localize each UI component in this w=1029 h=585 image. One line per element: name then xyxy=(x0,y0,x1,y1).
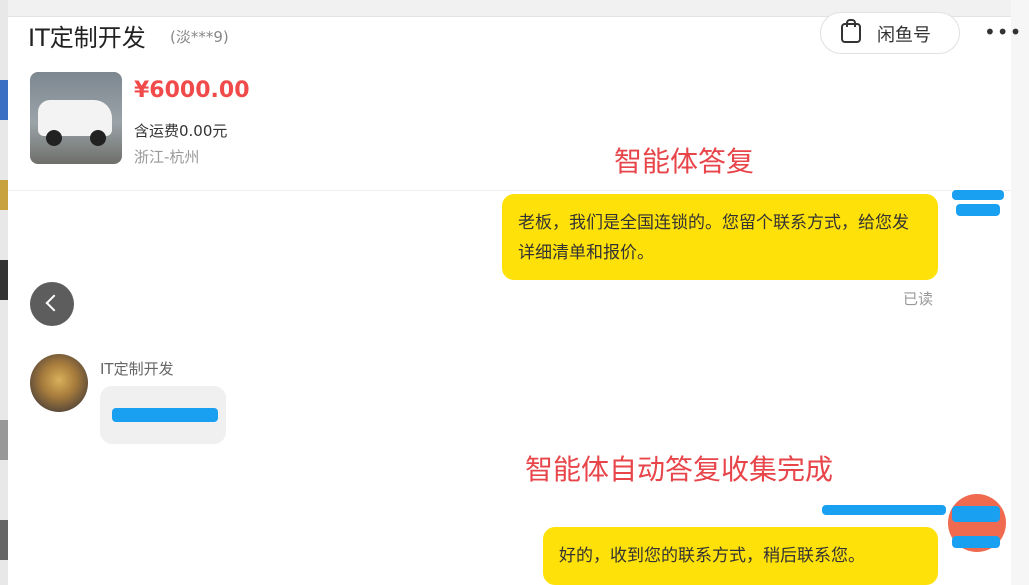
left-edge-strip xyxy=(0,0,8,585)
redaction-mark xyxy=(952,190,1004,200)
my-message-bubble: 好的，收到您的联系方式，稍后联系您。 xyxy=(543,527,938,585)
xianyu-account-button[interactable]: 闲鱼号 xyxy=(820,12,960,54)
product-price: ¥6000.00 xyxy=(134,78,250,103)
car-wheel xyxy=(90,130,106,146)
more-options-icon[interactable]: ••• xyxy=(984,20,1022,44)
edge-block xyxy=(0,420,8,460)
edge-block xyxy=(0,260,8,300)
shipping-fee: 含运费0.00元 xyxy=(134,122,228,140)
annotation-agent-complete: 智能体自动答复收集完成 xyxy=(525,453,834,486)
other-avatar[interactable] xyxy=(30,354,88,412)
annotation-agent-reply: 智能体答复 xyxy=(614,145,755,178)
chat-title: IT定制开发 xyxy=(28,24,146,52)
product-thumbnail[interactable] xyxy=(30,72,122,164)
other-message-bubble xyxy=(100,386,226,444)
chat-header: IT定制开发 (淡***9) 闲鱼号 ••• xyxy=(8,12,1021,54)
other-sender-name: IT定制开发 xyxy=(100,360,174,378)
bag-icon xyxy=(841,19,861,43)
read-status: 已读 xyxy=(903,290,934,308)
edge-block xyxy=(0,520,8,560)
edge-block xyxy=(0,80,8,120)
edge-block xyxy=(0,180,8,210)
redaction-mark xyxy=(952,506,1000,522)
back-button[interactable] xyxy=(30,282,74,326)
redaction-mark xyxy=(952,536,1000,548)
xianyu-account-label: 闲鱼号 xyxy=(877,25,931,46)
my-avatar-redacted xyxy=(948,494,1006,552)
my-avatar-redacted xyxy=(950,188,1006,218)
right-edge-strip xyxy=(1011,0,1029,585)
chat-subtitle: (淡***9) xyxy=(170,28,229,46)
redaction-mark xyxy=(956,204,1000,216)
product-card[interactable]: ¥6000.00 含运费0.00元 浙江-杭州 xyxy=(8,60,1011,191)
redacted-phone-number xyxy=(112,408,218,422)
product-location: 浙江-杭州 xyxy=(134,148,200,166)
my-message-bubble: 老板，我们是全国连锁的。您留个联系方式，给您发详细清单和报价。 xyxy=(502,194,938,280)
car-wheel xyxy=(46,130,62,146)
chevron-left-icon xyxy=(45,294,63,312)
redacted-sender-name xyxy=(822,505,946,515)
